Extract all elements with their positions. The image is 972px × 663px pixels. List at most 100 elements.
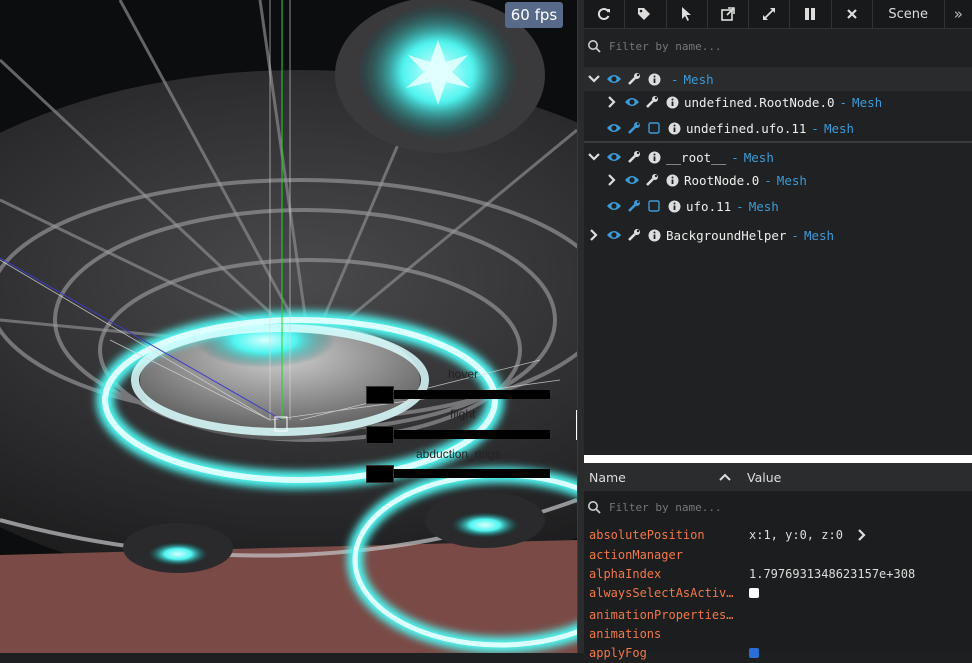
property-key: alwaysSelectAsActiv… <box>589 586 734 600</box>
chevron-down-icon[interactable] <box>586 149 602 165</box>
property-row[interactable]: alphaIndex 1.7976931348623157e+308 <box>584 564 972 584</box>
refresh-button[interactable] <box>584 0 626 28</box>
pick-button[interactable] <box>667 0 708 28</box>
more-tabs-button[interactable]: » <box>945 0 972 28</box>
tree-node[interactable]: __root__ - Mesh <box>584 145 972 169</box>
separator: - <box>671 71 679 87</box>
abduction-rings-slider[interactable] <box>394 469 550 478</box>
property-row[interactable]: animations <box>584 624 972 644</box>
info-icon[interactable] <box>664 172 680 188</box>
close-button[interactable] <box>832 0 873 28</box>
wrench-icon[interactable] <box>626 71 642 87</box>
eye-icon[interactable] <box>606 227 622 243</box>
tree-node[interactable]: undefined.ufo.11 - Mesh <box>584 116 972 140</box>
eye-icon[interactable] <box>606 71 622 87</box>
info-icon[interactable] <box>646 149 662 165</box>
property-value: 1.7976931348623157e+308 <box>749 567 916 581</box>
property-row[interactable]: animationProperties… <box>584 605 972 625</box>
pause-button[interactable] <box>790 0 832 28</box>
pause-icon <box>805 8 816 20</box>
info-icon[interactable] <box>666 198 682 214</box>
node-type: Mesh <box>748 198 779 214</box>
property-row[interactable]: applyFog <box>584 643 972 663</box>
property-row[interactable]: alwaysSelectAsActiv… <box>584 583 972 603</box>
chevron-right-icon[interactable] <box>586 227 602 243</box>
node-type: Mesh <box>683 71 714 87</box>
expand-icon <box>763 8 776 20</box>
separator: - <box>731 149 739 165</box>
bounding-box-icon[interactable] <box>646 198 662 214</box>
eye-icon[interactable] <box>606 149 622 165</box>
chevron-down-icon[interactable] <box>586 71 602 87</box>
column-name-header[interactable]: Name <box>589 470 719 485</box>
render-viewport[interactable]: 60 fps hover flight abduction_rings <box>0 0 577 653</box>
abduction-rings-toggle[interactable] <box>366 465 394 483</box>
fullscreen-button[interactable] <box>749 0 791 28</box>
property-checkbox[interactable] <box>749 588 759 598</box>
tree-node[interactable]: RootNode.0 - Mesh <box>584 168 972 192</box>
property-row[interactable]: absolutePosition x:1, y:0, z:0 <box>584 525 972 545</box>
flight-slider[interactable] <box>394 430 550 439</box>
node-name: undefined.RootNode.0 <box>684 94 835 110</box>
fps-counter: 60 fps <box>505 2 563 28</box>
node-name: BackgroundHelper <box>666 227 787 243</box>
property-checkbox[interactable] <box>749 648 759 658</box>
eye-icon[interactable] <box>606 120 622 136</box>
close-icon <box>846 9 857 19</box>
property-key: alphaIndex <box>589 567 662 581</box>
info-icon[interactable] <box>666 120 682 136</box>
chevron-up-icon[interactable] <box>719 473 741 482</box>
flight-toggle[interactable] <box>366 426 394 444</box>
chevron-right-icon[interactable] <box>857 529 866 541</box>
horizontal-splitter[interactable] <box>584 455 972 463</box>
tree-filter-input[interactable] <box>607 38 951 54</box>
gui-label-abduction-rings: abduction_rings <box>416 447 501 461</box>
properties-filter-input[interactable] <box>607 499 951 515</box>
gui-label-flight: flight <box>450 407 476 421</box>
hover-toggle[interactable] <box>366 386 394 404</box>
hover-slider[interactable] <box>394 390 550 399</box>
tree-node[interactable]: BackgroundHelper - Mesh <box>584 223 972 247</box>
node-name: __root__ <box>666 149 727 165</box>
properties-header: Name Value <box>584 463 972 491</box>
info-icon[interactable] <box>664 94 680 110</box>
search-icon <box>588 501 601 514</box>
property-value: x:1, y:0, z:0 <box>749 528 843 542</box>
wrench-icon[interactable] <box>626 198 642 214</box>
gui-label-hover: hover <box>448 367 479 381</box>
eye-icon[interactable] <box>624 172 640 188</box>
node-name: RootNode.0 <box>684 172 760 188</box>
property-key: absolutePosition <box>589 528 705 542</box>
node-type: Mesh <box>803 227 835 243</box>
tree-node[interactable]: undefined.RootNode.0 - Mesh <box>584 90 972 114</box>
tags-icon <box>638 8 651 20</box>
tree-node[interactable]: ufo.11 - Mesh <box>584 194 972 218</box>
wrench-icon[interactable] <box>644 94 660 110</box>
info-icon[interactable] <box>646 71 662 87</box>
eye-icon[interactable] <box>606 198 622 214</box>
separator: - <box>811 120 819 136</box>
node-name: ufo.11 <box>686 198 732 214</box>
wrench-icon[interactable] <box>626 227 642 243</box>
tree-node[interactable]: - Mesh <box>584 67 972 91</box>
column-value-header[interactable]: Value <box>747 470 781 485</box>
separator: - <box>839 94 848 110</box>
popout-button[interactable] <box>708 0 750 28</box>
chevron-right-icon[interactable] <box>604 172 620 188</box>
property-row[interactable]: actionManager <box>584 545 972 565</box>
eye-icon[interactable] <box>624 94 640 110</box>
wrench-icon[interactable] <box>626 149 642 165</box>
tags-button[interactable] <box>625 0 667 28</box>
pointer-icon <box>681 7 691 21</box>
popout-icon <box>721 7 735 21</box>
separator: - <box>764 172 772 188</box>
bounding-box-icon[interactable] <box>646 120 662 136</box>
tree-filter <box>584 31 972 61</box>
chevron-right-icon[interactable] <box>604 94 620 110</box>
tab-scene[interactable]: Scene <box>873 0 945 28</box>
node-type: Mesh <box>852 94 883 110</box>
wrench-icon[interactable] <box>626 120 642 136</box>
wrench-icon[interactable] <box>644 172 660 188</box>
property-key: animations <box>589 627 662 641</box>
info-icon[interactable] <box>646 227 662 243</box>
